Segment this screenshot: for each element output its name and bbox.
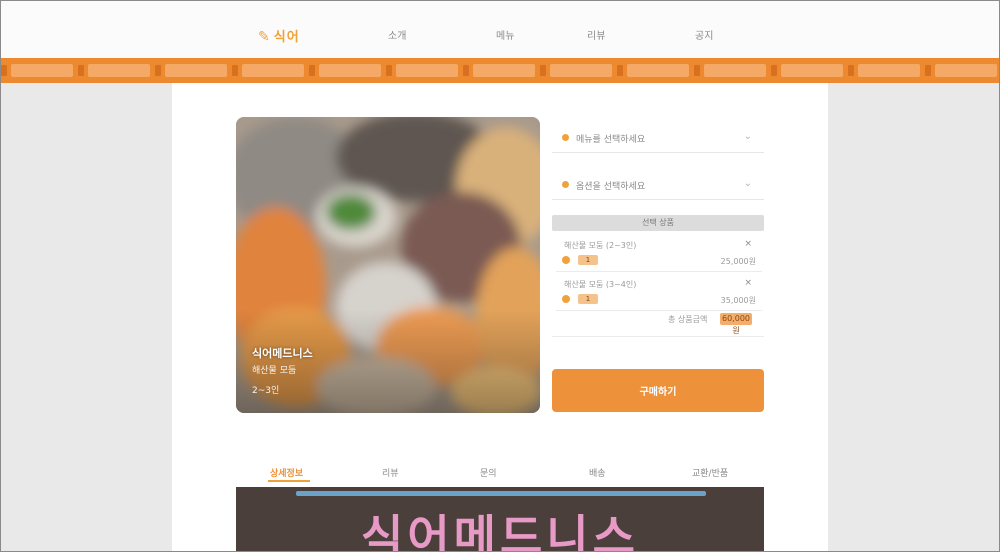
menu-select[interactable]: 메뉴를 선택하세요 ⌄ bbox=[552, 123, 764, 153]
ticker-item bbox=[396, 64, 458, 77]
cart-item-price: 35,000원 bbox=[720, 296, 756, 305]
ticker-separator bbox=[232, 65, 238, 76]
tab-review[interactable]: 리뷰 bbox=[382, 466, 399, 479]
cart-item-name: 해산물 모둠 (2~3인) bbox=[564, 241, 637, 250]
quantity-value[interactable]: 1 bbox=[578, 294, 598, 304]
quantity-value[interactable]: 1 bbox=[578, 255, 598, 265]
ticker-separator bbox=[540, 65, 546, 76]
ticker-item bbox=[11, 64, 73, 77]
ticker-separator bbox=[155, 65, 161, 76]
ticker-item bbox=[781, 64, 843, 77]
menu-dot-icon bbox=[562, 134, 569, 141]
ticker-separator bbox=[386, 65, 392, 76]
banner-title: 식어메드니스 bbox=[361, 510, 639, 552]
tab-detail[interactable]: 상세정보 bbox=[270, 466, 303, 479]
image-subtitle-2: 2~3인 bbox=[252, 386, 280, 396]
nav-item-1[interactable]: 소개 bbox=[388, 27, 406, 42]
promo-ticker bbox=[0, 58, 1000, 83]
option-select[interactable]: 옵션을 선택하세요 ⌄ bbox=[552, 170, 764, 200]
menu-select-label: 메뉴를 선택하세요 bbox=[576, 135, 646, 145]
active-tab-indicator bbox=[268, 480, 310, 482]
ticker-separator bbox=[617, 65, 623, 76]
ticker-item bbox=[935, 64, 997, 77]
chevron-down-icon: ⌄ bbox=[743, 178, 752, 189]
option-dot-icon bbox=[562, 181, 569, 188]
remove-icon[interactable]: × bbox=[744, 239, 752, 249]
option-select-label: 옵션을 선택하세요 bbox=[576, 182, 646, 192]
quantity-decrease-button[interactable] bbox=[562, 295, 570, 303]
nav-item-2[interactable]: 메뉴 bbox=[496, 27, 514, 42]
ticker-item bbox=[473, 64, 535, 77]
nav-item-4[interactable]: 공지 bbox=[695, 27, 713, 42]
ticker-separator bbox=[771, 65, 777, 76]
logo[interactable]: ✎ 식어 bbox=[258, 26, 300, 45]
ticker-separator bbox=[78, 65, 84, 76]
ticker-separator bbox=[925, 65, 931, 76]
site-header: ✎ 식어 소개 메뉴 리뷰 공지 bbox=[0, 0, 1000, 58]
buy-button[interactable]: 구매하기 bbox=[552, 369, 764, 412]
ticker-separator bbox=[1, 65, 7, 76]
nav-item-3[interactable]: 리뷰 bbox=[587, 27, 605, 42]
remove-icon[interactable]: × bbox=[744, 278, 752, 288]
ticker-item bbox=[165, 64, 227, 77]
total-label: 총 상품금액 bbox=[668, 315, 708, 324]
tab-shipping[interactable]: 배송 bbox=[589, 466, 606, 479]
ticker-separator bbox=[463, 65, 469, 76]
image-subtitle: 해산물 모둠 bbox=[252, 366, 297, 376]
logo-icon: ✎ bbox=[258, 29, 271, 45]
cart-item: 해산물 모둠 (2~3인) × 1 25,000원 bbox=[556, 236, 762, 272]
divider bbox=[552, 336, 764, 337]
ticker-item bbox=[704, 64, 766, 77]
tab-inquiry[interactable]: 문의 bbox=[480, 466, 497, 479]
quantity-decrease-button[interactable] bbox=[562, 256, 570, 264]
ticker-item bbox=[242, 64, 304, 77]
ticker-item bbox=[858, 64, 920, 77]
cart-item-price: 25,000원 bbox=[720, 257, 756, 266]
ticker-separator bbox=[848, 65, 854, 76]
cart-item: 해산물 모둠 (3~4인) × 1 35,000원 bbox=[556, 275, 762, 311]
logo-text: 식어 bbox=[273, 30, 300, 45]
cart-header: 선택 상품 bbox=[552, 215, 764, 231]
banner-decoration bbox=[296, 491, 706, 496]
ticker-separator bbox=[694, 65, 700, 76]
total-price: 60,000원 bbox=[720, 313, 752, 335]
ticker-item bbox=[627, 64, 689, 77]
cart-item-name: 해산물 모둠 (3~4인) bbox=[564, 280, 637, 289]
ticker-separator bbox=[309, 65, 315, 76]
ticker-item bbox=[319, 64, 381, 77]
cart-header-label: 선택 상품 bbox=[642, 218, 674, 227]
chevron-down-icon: ⌄ bbox=[743, 131, 752, 142]
ticker-item bbox=[88, 64, 150, 77]
tab-return[interactable]: 교환/반품 bbox=[692, 466, 728, 479]
ticker-item bbox=[550, 64, 612, 77]
image-caption: 식어메드니스 bbox=[252, 347, 313, 360]
detail-banner: 식어메드니스 bbox=[236, 487, 764, 552]
